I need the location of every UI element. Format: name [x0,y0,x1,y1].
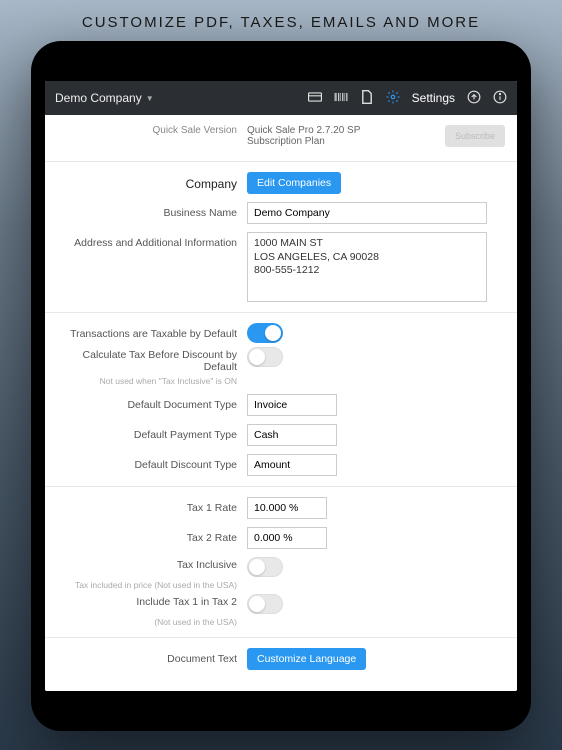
tax-inclusive-toggle[interactable] [247,557,283,577]
include-tax1in2-toggle[interactable] [247,594,283,614]
company-section-title: Company [186,177,237,191]
doc-type-input[interactable] [247,394,337,416]
ipad-frame: Demo Company ▼ Settings Quick Sale Versi… [31,41,531,731]
edit-companies-button[interactable]: Edit Companies [247,172,341,194]
tax1-row: Tax 1 Rate [45,493,517,523]
taxable-label: Transactions are Taxable by Default [57,323,247,340]
gear-icon[interactable] [386,90,400,107]
upload-icon[interactable] [467,90,481,107]
tax-before-discount-label: Calculate Tax Before Discount by Default [57,349,237,373]
tax2-row: Tax 2 Rate [45,523,517,553]
business-name-label: Business Name [57,202,247,219]
business-name-input[interactable] [247,202,487,224]
version-value: Quick Sale Pro 2.7.20 SP Subscription Pl… [247,125,445,147]
version-row: Quick Sale Version Quick Sale Pro 2.7.20… [45,115,517,155]
card-icon[interactable] [308,90,322,107]
info-icon[interactable] [493,90,507,107]
company-dropdown[interactable]: Demo Company ▼ [55,91,298,105]
tax-before-discount-helper: Not used when "Tax Inclusive" is ON [57,371,247,386]
doc-text-row: Document Text Customize Language [45,644,517,674]
taxable-row: Transactions are Taxable by Default [45,319,517,347]
topbar: Demo Company ▼ Settings [45,81,517,115]
doc-text-label: Document Text [57,648,247,665]
barcode-icon[interactable] [334,90,348,107]
tax-inclusive-row: Tax Inclusive [45,553,517,577]
tax1-label: Tax 1 Rate [57,497,247,514]
include-tax1in2-label: Include Tax 1 in Tax 2 [57,594,247,608]
tax-before-discount-toggle[interactable] [247,347,283,367]
taxable-toggle[interactable] [247,323,283,343]
address-label: Address and Additional Information [57,232,247,249]
company-section-row: Company Edit Companies [45,168,517,198]
settings-label[interactable]: Settings [412,91,455,105]
subscribe-button[interactable]: Subscribe [445,125,505,147]
settings-content: Quick Sale Version Quick Sale Pro 2.7.20… [45,115,517,691]
tax-inclusive-helper: Tax included in price (Not used in the U… [57,575,247,590]
document-icon[interactable] [360,90,374,107]
page-banner: CUSTOMIZE PDF, TAXES, EMAILS AND MORE [0,0,562,41]
company-name: Demo Company [55,91,142,105]
business-name-row: Business Name [45,198,517,228]
include-tax1in2-row: Include Tax 1 in Tax 2 [45,590,517,614]
chevron-down-icon: ▼ [146,94,154,103]
payment-type-label: Default Payment Type [57,424,247,441]
tax1-input[interactable] [247,497,327,519]
discount-type-row: Default Discount Type [45,450,517,480]
address-row: Address and Additional Information 1000 … [45,228,517,306]
tax2-label: Tax 2 Rate [57,527,247,544]
discount-type-input[interactable] [247,454,337,476]
customize-language-button[interactable]: Customize Language [247,648,366,670]
payment-type-row: Default Payment Type [45,420,517,450]
payment-type-input[interactable] [247,424,337,446]
tax2-input[interactable] [247,527,327,549]
tax-before-discount-row: Calculate Tax Before Discount by Default [45,347,517,373]
doc-type-label: Default Document Type [57,394,247,411]
include-tax1in2-helper: (Not used in the USA) [57,612,247,627]
version-label: Quick Sale Version [57,125,247,147]
tax-inclusive-label: Tax Inclusive [57,557,247,571]
doc-type-row: Default Document Type [45,390,517,420]
address-textarea[interactable]: 1000 MAIN ST LOS ANGELES, CA 90028 800-5… [247,232,487,302]
screen: Demo Company ▼ Settings Quick Sale Versi… [45,81,517,691]
discount-type-label: Default Discount Type [57,454,247,471]
